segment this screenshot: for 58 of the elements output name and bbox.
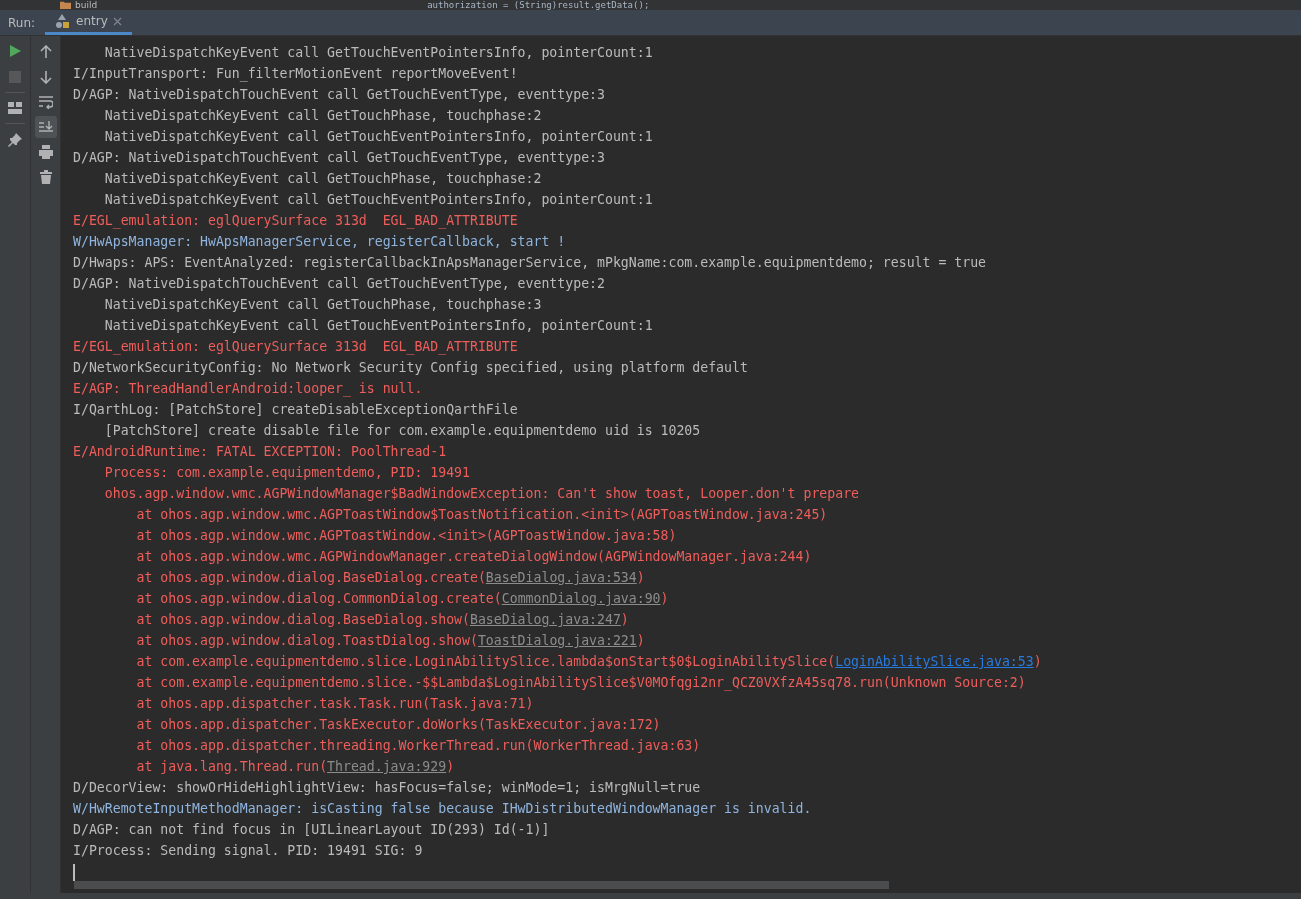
log-line: E/EGL_emulation: eglQuerySurface 313d EGL_BAD_ATTRIBUTE: [73, 212, 519, 231]
log-line: at ohos.app.dispatcher.threading.WorkerThread.run(WorkerThread.java:63): [135, 737, 702, 755]
log-line: NativeDispatchKeyEvent call GetTouchPhase, touchphase:2: [103, 170, 543, 188]
source-link[interactable]: Thread.java:929: [327, 759, 447, 774]
log-line: NativeDispatchKeyEvent call GetTouchEventPointersInfo, pointerCount:1: [103, 128, 654, 146]
log-line: I/QarthLog: [PatchStore] createDisableExceptionQarthFile: [73, 401, 519, 419]
log-line: D/Hwaps: APS: EventAnalyzed: registerCallbackInApsManagerService, mPkgName:com.example.equipmentdemo; result = true: [73, 254, 988, 272]
shapes-icon: [55, 13, 72, 29]
scrollbar-thumb[interactable]: [74, 881, 889, 889]
log-line: E/AndroidRuntime: FATAL EXCEPTION: PoolThread-1: [73, 443, 448, 461]
log-line: at ohos.agp.window.wmc.AGPToastWindow$ToastNotification.<init>(AGPToastWindow.java:245): [135, 506, 829, 524]
tab-label: entry: [76, 14, 108, 28]
log-line: at ohos.app.dispatcher.TaskExecutor.doWorks(TaskExecutor.java:172): [135, 716, 662, 734]
log-line: NativeDispatchKeyEvent call GetTouchEventPointersInfo, pointerCount:1: [103, 191, 654, 209]
source-link[interactable]: BaseDialog.java:247: [470, 612, 621, 627]
text-cursor: [73, 864, 75, 881]
log-line: I/Process: Sending signal. PID: 19491 SIG: 9: [73, 842, 424, 860]
log-line: D/AGP: NativeDispatchTouchEvent call GetTouchEventType, eventtype:3: [73, 86, 606, 104]
log-line: I/InputTransport: Fun_filterMotionEvent reportMoveEvent!: [73, 65, 519, 84]
log-line: at com.example.equipmentdemo.slice.-$$Lambda$LoginAbilitySlice$V0MOfqgi2nr_QCZ0VXfzA45sq78.run(Unknown Source:2): [135, 674, 1027, 693]
folder-label: build: [75, 0, 98, 10]
log-line: at com.example.equipmentdemo.slice.LoginAbilitySlice.lambda$onStart$0$LoginAbilitySlice(LoginAbilitySlice.java:53): [135, 653, 1043, 671]
source-link[interactable]: BaseDialog.java:534: [485, 570, 637, 585]
source-link[interactable]: ToastDialog.java:221: [477, 633, 637, 648]
layout-icon[interactable]: [8, 102, 22, 114]
log-line: [PatchStore] create disable file for com.example.equipmentdemo uid is 10205: [103, 422, 702, 440]
log-line: at ohos.agp.window.dialog.ToastDialog.show(ToastDialog.java:221): [135, 632, 646, 650]
run-icon[interactable]: [8, 44, 22, 58]
log-line: at ohos.agp.window.dialog.CommonDialog.create(CommonDialog.java:90): [135, 590, 670, 608]
log-line: NativeDispatchKeyEvent call GetTouchPhase, touchphase:2: [103, 107, 543, 125]
run-label: Run:: [7, 15, 37, 30]
code-line: authorization = (String)result.getData();: [427, 0, 650, 10]
log-line: D/AGP: NativeDispatchTouchEvent call GetTouchEventType, eventtype:3: [73, 149, 606, 167]
log-line: D/NetworkSecurityConfig: No Network Security Config specified, using platform default: [73, 359, 749, 377]
log-line: at ohos.agp.window.dialog.BaseDialog.show(BaseDialog.java:247): [135, 611, 630, 629]
log-line: at java.lang.Thread.run(Thread.java:929): [135, 758, 456, 776]
log-line: NativeDispatchKeyEvent call GetTouchEventPointersInfo, pointerCount:1: [103, 317, 654, 335]
log-line: E/AGP: ThreadHandlerAndroid:looper_ is null.: [73, 380, 424, 399]
log-line: D/AGP: can not find focus in [UILinearLayout ID(293) Id(-1)]: [73, 821, 551, 839]
scroll-end-icon[interactable]: [34, 116, 57, 138]
log-line: at ohos.app.dispatcher.task.Task.run(Task.java:71): [135, 695, 535, 713]
log-line: NativeDispatchKeyEvent call GetTouchPhase, touchphase:3: [103, 296, 543, 314]
log-line: NativeDispatchKeyEvent call GetTouchEventPointersInfo, pointerCount:1: [103, 44, 654, 62]
log-line: at ohos.agp.window.wmc.AGPToastWindow.<init>(AGPToastWindow.java:58): [135, 527, 678, 545]
log-line: Process: com.example.equipmentdemo, PID: 19491: [103, 464, 471, 482]
pin-icon[interactable]: [8, 133, 22, 147]
close-icon[interactable]: [112, 16, 122, 26]
folder-item[interactable]: build: [60, 0, 98, 10]
source-link[interactable]: CommonDialog.java:90: [501, 591, 661, 606]
log-line: W/HwRemoteInputMethodManager: isCasting false because IHwDistributedWindowManager is invalid.: [73, 800, 813, 818]
log-line: at ohos.agp.window.wmc.AGPWindowManager.createDialogWindow(AGPWindowManager.java:244): [135, 548, 813, 566]
source-link[interactable]: LoginAbilitySlice.java:53: [835, 654, 1034, 669]
log-line: W/HwApsManager: HwApsManagerService, registerCallback, start !: [73, 233, 567, 251]
log-line: E/EGL_emulation: eglQuerySurface 313d EGL_BAD_ATTRIBUTE: [73, 338, 519, 357]
log-line: D/DecorView: showOrHideHighlightView: hasFocus=false; winMode=1; isMrgNull=true: [73, 779, 702, 797]
log-line: D/AGP: NativeDispatchTouchEvent call GetTouchEventType, eventtype:2: [73, 275, 606, 293]
log-line: at ohos.agp.window.dialog.BaseDialog.create(BaseDialog.java:534): [135, 569, 646, 587]
log-line: ohos.agp.window.wmc.AGPWindowManager$BadWindowException: Can't show toast, Looper.don't prepare: [103, 485, 860, 503]
